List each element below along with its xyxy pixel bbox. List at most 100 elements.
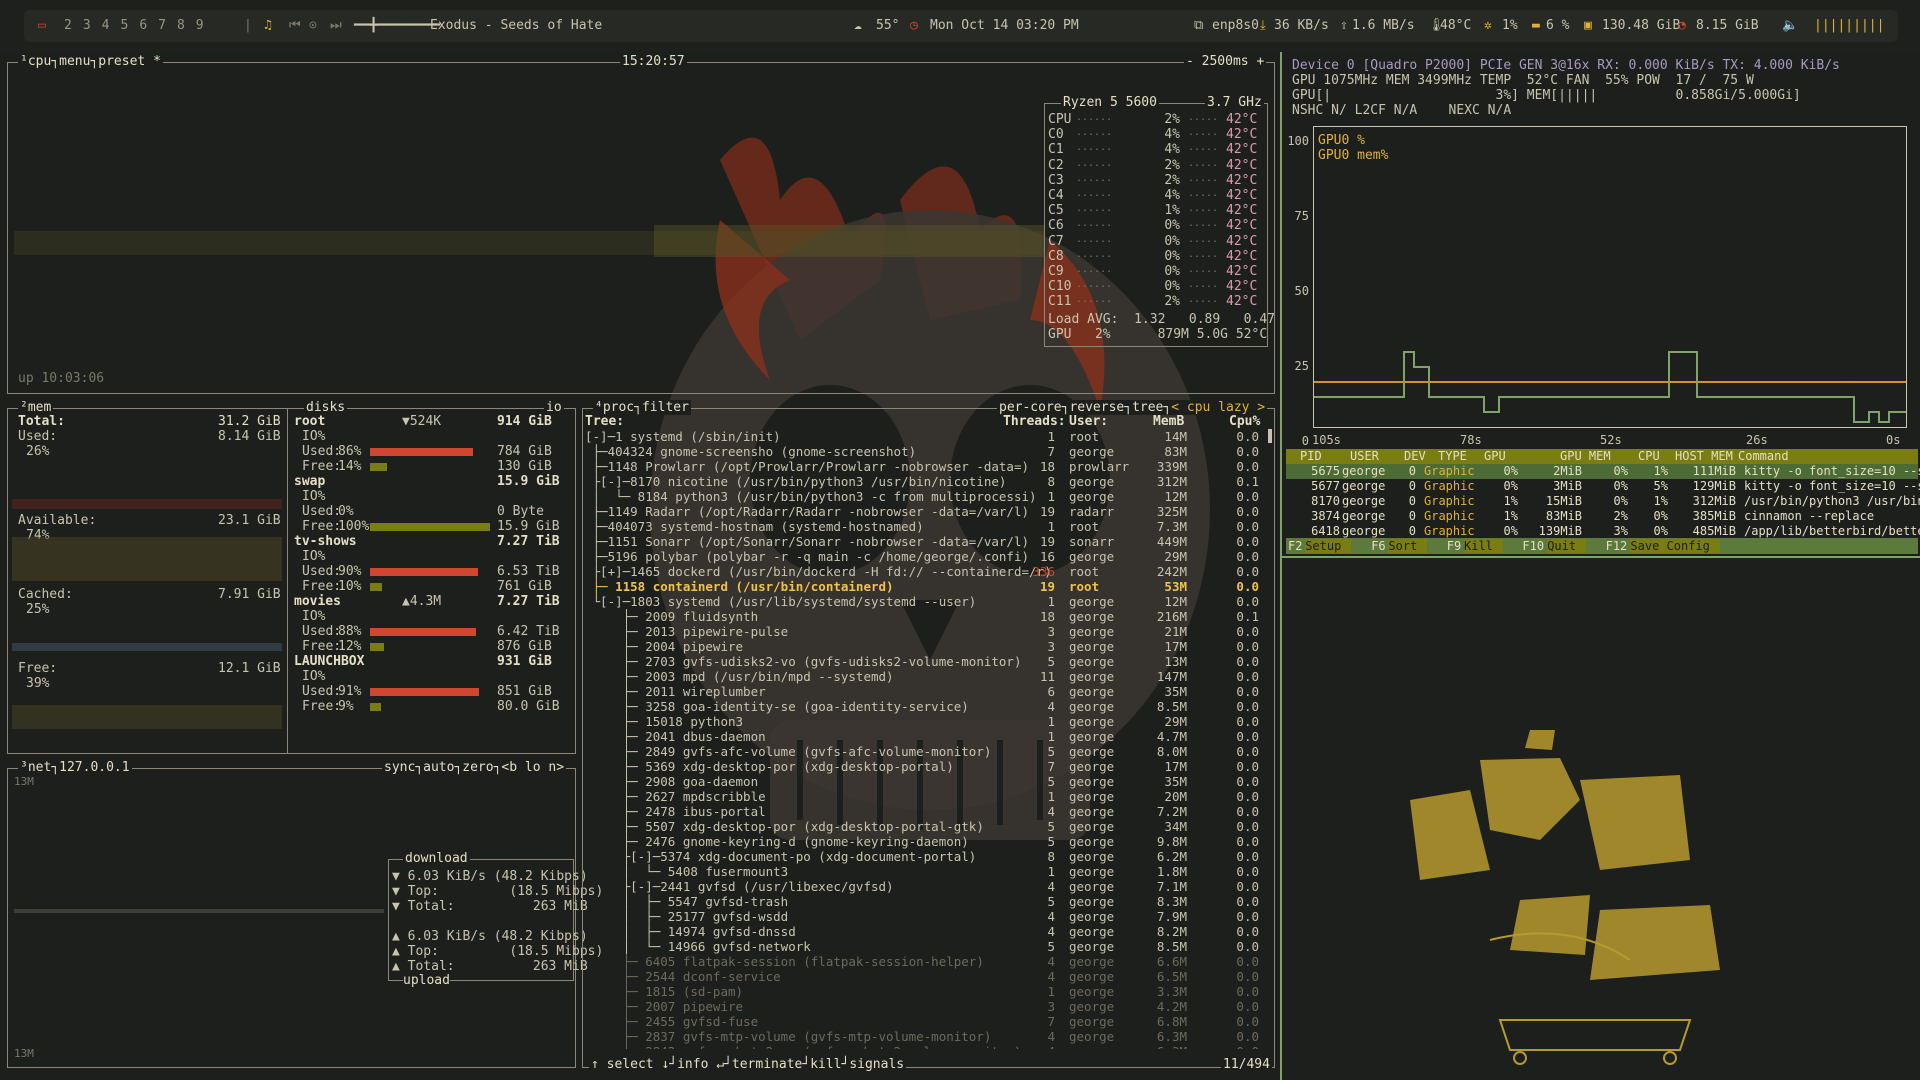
disk-name[interactable]: movies: [294, 594, 341, 609]
workspace-7[interactable]: 7: [158, 18, 166, 33]
process-row[interactable]: ├─ 2544 dconf-service 4 george 6.5M 0.0: [585, 969, 1271, 984]
workspace-list[interactable]: 23456789: [64, 18, 215, 33]
process-row[interactable]: ├─1149 Radarr (/opt/Radarr/Radarr -nobro…: [585, 504, 1271, 519]
process-row[interactable]: ├[+]─1465 dockerd (/usr/bin/dockerd -H f…: [585, 564, 1271, 579]
fkey[interactable]: F10: [1522, 539, 1544, 553]
process-row[interactable]: ├─ 15018 python3 1 george 29M 0.0: [585, 714, 1271, 729]
process-row[interactable]: ├─ 3258 goa-identity-se (goa-identity-se…: [585, 699, 1271, 714]
workspace-4[interactable]: 4: [102, 18, 110, 33]
process-row[interactable]: ├[-]─5374 xdg-document-po (xdg-document-…: [585, 849, 1271, 864]
net-iface[interactable]: 127.0.0.1: [59, 760, 129, 775]
fkey-label[interactable]: Kill: [1464, 539, 1503, 553]
play-pause-icon[interactable]: ⊙: [309, 18, 317, 33]
gpu-table-header[interactable]: HOST MEM: [1675, 449, 1733, 463]
process-row[interactable]: │ └─ 14966 gvfsd-network 5 george 8.5M 0.0: [585, 939, 1271, 954]
col-mem[interactable]: MemB: [1153, 414, 1184, 429]
process-row[interactable]: ├─ 6405 flatpak-session (flatpak-session…: [585, 954, 1271, 969]
sort-selector[interactable]: < cpu lazy >: [1171, 400, 1265, 415]
fkey-label[interactable]: Setup: [1305, 539, 1352, 553]
net-label[interactable]: ³net: [20, 760, 51, 775]
net-panel-label[interactable]: ³net┐127.0.0.1: [18, 760, 132, 775]
fkey-label[interactable]: Save Config: [1630, 539, 1720, 553]
sync-button[interactable]: sync: [384, 760, 415, 775]
kill-action[interactable]: kill: [810, 1057, 841, 1072]
signals-action[interactable]: signals: [849, 1057, 904, 1072]
gpu-table-header[interactable]: DEV: [1404, 449, 1426, 463]
filter-button[interactable]: filter: [642, 400, 689, 415]
process-row[interactable]: ├[-]─8170 nicotine (/usr/bin/python3 /us…: [585, 474, 1271, 489]
fkey[interactable]: F6: [1371, 539, 1385, 553]
disk-name[interactable]: swap: [294, 474, 325, 489]
fkey[interactable]: F2: [1288, 539, 1302, 553]
disk-name[interactable]: tv-shows: [294, 534, 357, 549]
process-row[interactable]: ├─ 2013 pipewire-pulse 3 george 21M 0.0: [585, 624, 1271, 639]
reverse-toggle[interactable]: reverse: [1069, 400, 1124, 415]
process-row[interactable]: ├[-]─2441 gvfsd (/usr/libexec/gvfsd) 4 geo…: [585, 879, 1271, 894]
terminate-action[interactable]: terminate: [732, 1057, 802, 1072]
process-row[interactable]: ├─404324 gnome-screensho (gnome-screensh…: [585, 444, 1271, 459]
mem-panel-label[interactable]: ²mem: [18, 400, 54, 415]
workspace-2[interactable]: 2: [64, 18, 72, 33]
monitor-icon[interactable]: ▭: [38, 18, 46, 33]
auto-button[interactable]: auto: [423, 760, 454, 775]
next-track-icon[interactable]: ⏭: [330, 18, 342, 33]
process-row[interactable]: ├─ 2009 fluidsynth 18 george 216M 0.1: [585, 609, 1271, 624]
process-row[interactable]: ├─ 2004 pipewire 3 george 17M 0.0: [585, 639, 1271, 654]
tab-cpu[interactable]: ¹cpu: [20, 54, 51, 69]
process-row[interactable]: [-]─1 systemd (/sbin/init) 1 root 14M 0.0: [585, 429, 1271, 444]
process-row[interactable]: ├─5196 polybar (polybar -r -q main -c /h…: [585, 549, 1271, 564]
select-action[interactable]: ↑ select ↓: [591, 1057, 669, 1072]
process-row[interactable]: ├─ 2627 mpdscribble 1 george 20M 0.0: [585, 789, 1271, 804]
previous-track-icon[interactable]: ⏮: [289, 18, 301, 33]
gpu-table-header[interactable]: GPU: [1484, 449, 1506, 463]
process-row[interactable]: ├─ 2703 gvfs-udisks2-vo (gvfs-udisks2-vo…: [585, 654, 1271, 669]
process-row[interactable]: ├─ 2041 dbus-daemon 1 george 4.7M 0.0: [585, 729, 1271, 744]
col-user[interactable]: User:: [1069, 414, 1108, 429]
fkey-label[interactable]: Sort: [1388, 539, 1428, 553]
process-row[interactable]: ├─ 1158 containerd (/usr/bin/containerd)…: [585, 579, 1271, 594]
volume-bar[interactable]: |||||||||: [1814, 18, 1884, 33]
gpu-table-header[interactable]: GPU MEM: [1560, 449, 1611, 463]
col-threads[interactable]: Threads:: [1003, 414, 1066, 429]
process-row[interactable]: │ ├─ 5547 gvfsd-trash 5 george 8.3M 0.0: [585, 894, 1271, 909]
gpu-table-header[interactable]: TYPE: [1438, 449, 1467, 463]
workspace-5[interactable]: 5: [120, 18, 128, 33]
proc-label[interactable]: ⁴proc: [595, 400, 634, 415]
gpu-table-header[interactable]: CPU: [1638, 449, 1660, 463]
process-row[interactable]: │ ├─ 14974 gvfsd-dnssd 4 george 8.2M 0.0: [585, 924, 1271, 939]
process-row[interactable]: ├─ 2011 wireplumber 6 george 35M 0.0: [585, 684, 1271, 699]
process-row[interactable]: ├─ 2007 pipewire 3 george 4.2M 0.0: [585, 999, 1271, 1014]
gpu-table-header[interactable]: USER: [1350, 449, 1379, 463]
fkey[interactable]: F9: [1447, 539, 1461, 553]
tree-toggle[interactable]: tree: [1132, 400, 1163, 415]
process-row[interactable]: ├─ 2849 gvfs-afc-volume (gvfs-afc-volume…: [585, 744, 1271, 759]
process-row[interactable]: │ └─ 5408 fusermount3 1 george 1.8M 0.0: [585, 864, 1271, 879]
process-row[interactable]: ├─ 2003 mpd (/usr/bin/mpd --systemd) 11 ge…: [585, 669, 1271, 684]
process-row[interactable]: └[-]─1803 systemd (/usr/lib/systemd/syst…: [585, 594, 1271, 609]
proc-scrollbar[interactable]: [1268, 429, 1272, 443]
workspace-9[interactable]: 9: [196, 18, 204, 33]
workspace-8[interactable]: 8: [177, 18, 185, 33]
workspace-3[interactable]: 3: [83, 18, 91, 33]
process-list[interactable]: [-]─1 systemd (/sbin/init) 1 root 14M 0.0 ├─…: [585, 429, 1271, 1049]
process-row[interactable]: ├─404073 systemd-hostnam (systemd-hostna…: [585, 519, 1271, 534]
datetime[interactable]: Mon Oct 14 03:20 PM: [930, 18, 1079, 33]
process-row[interactable]: ├─ 2908 goa-daemon 5 george 35M 0.0: [585, 774, 1271, 789]
process-row[interactable]: ├─ 2476 gnome-keyring-d (gnome-keyring-d…: [585, 834, 1271, 849]
per-core-toggle[interactable]: per-core: [999, 400, 1062, 415]
col-tree[interactable]: Tree:: [585, 414, 624, 429]
tab-preset[interactable]: preset *: [98, 54, 161, 69]
disk-name[interactable]: root: [294, 414, 325, 429]
process-row[interactable]: ├─1151 Sonarr (/opt/Sonarr/Sonarr -nobro…: [585, 534, 1271, 549]
info-action[interactable]: info ↵: [677, 1057, 724, 1072]
disk-name[interactable]: LAUNCHBOX: [294, 654, 364, 669]
workspace-6[interactable]: 6: [139, 18, 147, 33]
process-row[interactable]: ├─ 5369 xdg-desktop-por (xdg-desktop-por…: [585, 759, 1271, 774]
process-row[interactable]: ├─ 2837 gvfs-mtp-volume (gvfs-mtp-volume…: [585, 1029, 1271, 1044]
media-progress[interactable]: ━━╋━━━━━━━━: [354, 18, 440, 33]
gpu-table-header[interactable]: Command: [1738, 449, 1789, 463]
process-row[interactable]: ├─ 1815 (sd-pam) 1 george 3.3M 0.0: [585, 984, 1271, 999]
fkey[interactable]: F12: [1606, 539, 1628, 553]
process-row[interactable]: ├─ 2478 ibus-portal 4 george 7.2M 0.0: [585, 804, 1271, 819]
volume-icon[interactable]: 🔈: [1782, 18, 1798, 33]
